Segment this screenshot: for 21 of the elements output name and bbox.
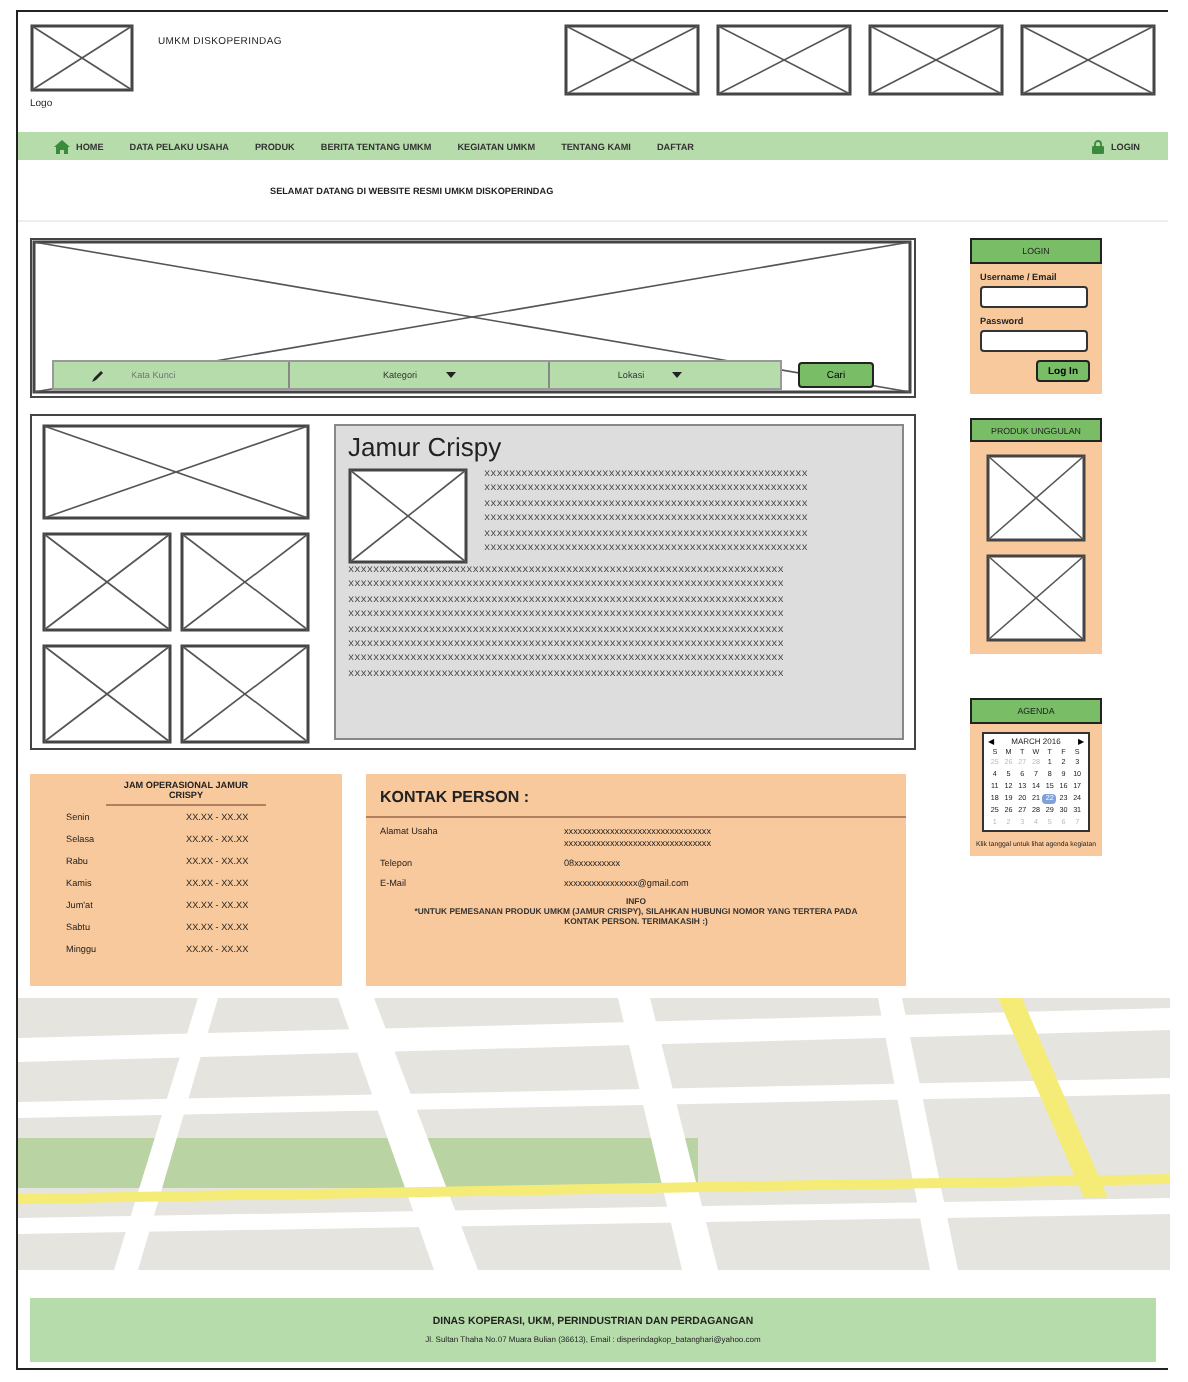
image-placeholder — [986, 554, 1086, 642]
image-placeholder — [348, 468, 468, 564]
image-placeholder — [180, 532, 310, 632]
password-field[interactable] — [980, 330, 1088, 352]
image-placeholder — [716, 24, 852, 96]
image-placeholder — [564, 24, 700, 96]
caret-icon — [672, 372, 683, 378]
contact-title: KONTAK PERSON : — [366, 774, 906, 818]
image-placeholder — [180, 644, 310, 744]
lock-icon — [1092, 139, 1105, 153]
image-placeholder — [986, 454, 1086, 542]
pencil-icon — [91, 369, 103, 381]
image-placeholder — [30, 24, 134, 92]
product-title: Jamur Crispy — [348, 432, 504, 462]
image-placeholder — [1020, 24, 1156, 96]
image-placeholder — [42, 644, 172, 744]
caret-icon — [445, 372, 456, 378]
image-placeholder — [42, 532, 172, 632]
username-field[interactable] — [980, 286, 1088, 308]
image-placeholder — [868, 24, 1004, 96]
home-icon — [54, 139, 70, 153]
